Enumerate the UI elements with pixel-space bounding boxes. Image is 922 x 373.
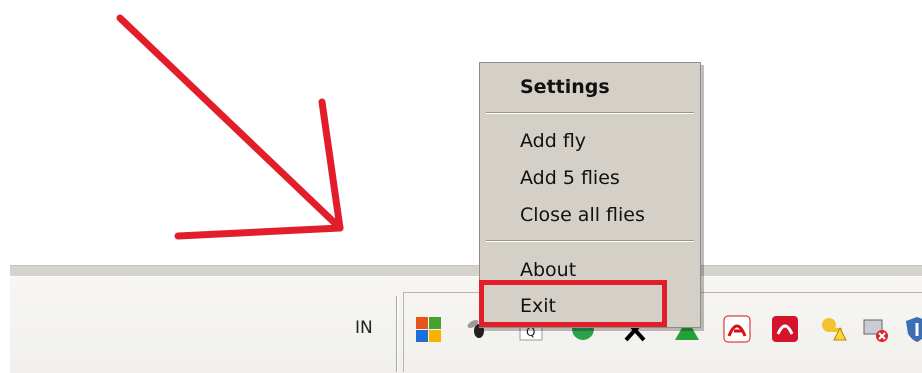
shield-icon[interactable] <box>902 314 922 344</box>
menu-item-add-5-flies[interactable]: Add 5 flies <box>520 167 620 189</box>
menu-item-about[interactable]: About <box>520 259 576 281</box>
menu-separator <box>486 112 694 114</box>
avira-umbrella-icon[interactable] <box>722 314 752 344</box>
taskbar-top-border <box>10 265 922 276</box>
network-disconnected-icon[interactable] <box>860 314 890 344</box>
tray-divider <box>396 296 398 372</box>
menu-item-settings[interactable]: Settings <box>520 76 610 98</box>
multicolor-squares-icon[interactable] <box>414 314 444 344</box>
exit-highlight-box <box>479 280 667 327</box>
menu-item-add-fly[interactable]: Add fly <box>520 130 586 152</box>
menu-separator <box>486 240 694 242</box>
keys-warning-icon[interactable] <box>818 314 848 344</box>
language-indicator[interactable]: IN <box>355 318 373 338</box>
red-swirl-icon[interactable] <box>770 314 800 344</box>
menu-item-close-all-flies[interactable]: Close all flies <box>520 204 645 226</box>
